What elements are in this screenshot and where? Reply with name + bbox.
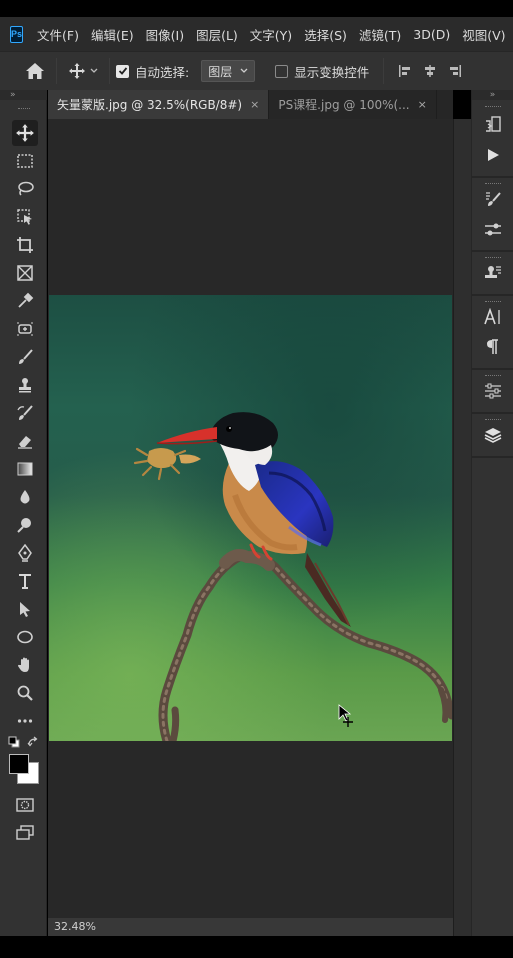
show-transform-controls-checkbox[interactable] (275, 64, 289, 78)
tools-panel (0, 100, 47, 940)
options-divider (56, 58, 57, 84)
default-colors-icon[interactable] (8, 736, 20, 748)
lasso-tool-icon[interactable] (12, 176, 38, 202)
layers-icon[interactable] (480, 422, 506, 448)
align-horizontal-centers-icon[interactable] (423, 64, 437, 78)
status-bar: 32.48% (48, 918, 453, 936)
options-divider (109, 58, 110, 84)
object-select-tool-icon[interactable] (12, 204, 38, 230)
clone-stamp-tool-icon[interactable] (12, 372, 38, 398)
ellipse-tool-icon[interactable] (12, 624, 38, 650)
healing-brush-tool-icon[interactable] (12, 316, 38, 342)
more-tools-icon[interactable] (12, 708, 38, 734)
menu-select[interactable]: 选择(S) (304, 25, 347, 44)
move-icon (69, 63, 85, 79)
gradient-tool-icon[interactable] (12, 456, 38, 482)
panel-divider (472, 456, 513, 458)
menu-file[interactable]: 文件(F) (37, 25, 79, 44)
document-tab-bar: 矢量蒙版.jpg @ 32.5%(RGB/8#) × PS课程.jpg @ 10… (48, 90, 453, 119)
dodge-tool-icon[interactable] (12, 512, 38, 538)
actions-icon[interactable] (480, 142, 506, 168)
marquee-tool-icon[interactable] (12, 148, 38, 174)
document-image-kingfisher[interactable] (49, 295, 452, 741)
swap-colors-icon[interactable] (27, 736, 39, 748)
panel-divider (472, 412, 513, 414)
home-icon (26, 63, 44, 79)
move-tool-icon[interactable] (12, 120, 38, 146)
move-tool-preset-picker[interactable] (63, 56, 103, 86)
dropdown-value: 图层 (208, 64, 233, 79)
close-icon[interactable]: × (250, 98, 259, 111)
menu-bar: Ps 文件(F) 编辑(E) 图像(I) 图层(L) 文字(Y) 选择(S) 滤… (0, 17, 513, 51)
home-button[interactable] (20, 56, 50, 86)
panel-divider (472, 176, 513, 178)
menu-type[interactable]: 文字(Y) (250, 25, 292, 44)
foreground-color-swatch[interactable] (9, 754, 29, 774)
eyedropper-tool-icon[interactable] (12, 288, 38, 314)
tab-document-vector-mask[interactable]: 矢量蒙版.jpg @ 32.5%(RGB/8#) × (48, 90, 270, 119)
dock-collapse-button[interactable]: » (472, 90, 513, 100)
path-selection-tool-icon[interactable] (12, 596, 38, 622)
screen-bottom-edge (0, 936, 513, 958)
brush-tool-icon[interactable] (12, 344, 38, 370)
menu-view[interactable]: 视图(V) (462, 25, 505, 44)
options-bar: 自动选择: 图层 显示变换控件 (0, 51, 513, 90)
menu-image[interactable]: 图像(I) (146, 25, 184, 44)
panel-divider (472, 250, 513, 252)
menu-edit[interactable]: 编辑(E) (91, 25, 134, 44)
pen-tool-icon[interactable] (12, 540, 38, 566)
chevron-down-icon (90, 68, 98, 73)
eraser-tool-icon[interactable] (12, 428, 38, 454)
toolbar-collapse-button[interactable]: » (0, 90, 47, 100)
panel-grip[interactable] (485, 301, 501, 302)
clone-source-icon[interactable] (480, 260, 506, 286)
history-brush-tool-icon[interactable] (12, 400, 38, 426)
panel-grip[interactable] (485, 375, 501, 376)
history-icon[interactable] (480, 112, 506, 138)
menu-filter[interactable]: 滤镜(T) (359, 25, 401, 44)
panel-divider (472, 294, 513, 296)
brushes-icon[interactable] (480, 186, 506, 212)
character-icon[interactable] (480, 304, 506, 330)
quick-mask-icon[interactable] (12, 792, 38, 818)
zoom-level[interactable]: 32.48% (54, 920, 96, 933)
adjustments-icon[interactable] (480, 378, 506, 404)
align-buttons (398, 64, 462, 78)
tab-label: PS课程.jpg @ 100%(... (278, 98, 410, 112)
chevron-down-icon (240, 68, 248, 73)
paragraph-icon[interactable] (480, 334, 506, 360)
canvas-vertical-scrollbar[interactable] (453, 119, 471, 936)
screen-mode-icon[interactable] (12, 820, 38, 846)
panel-divider (472, 368, 513, 370)
panel-grip[interactable] (485, 183, 501, 184)
photoshop-logo[interactable]: Ps (10, 25, 24, 43)
menu-3d[interactable]: 3D(D) (413, 27, 450, 42)
align-right-edges-icon[interactable] (448, 64, 462, 78)
frame-tool-icon[interactable] (12, 260, 38, 286)
panel-grip[interactable] (18, 108, 30, 111)
align-left-edges-icon[interactable] (398, 64, 412, 78)
crop-tool-icon[interactable] (12, 232, 38, 258)
auto-select-target-dropdown[interactable]: 图层 (201, 60, 256, 82)
panel-dock: » (471, 90, 513, 936)
panel-grip[interactable] (485, 106, 501, 107)
panel-grip[interactable] (485, 257, 501, 258)
auto-select-label: 自动选择: (135, 64, 190, 80)
checkmark-icon (118, 67, 127, 75)
zoom-tool-icon[interactable] (12, 680, 38, 706)
brush-settings-icon[interactable] (480, 216, 506, 242)
show-transform-controls-label: 显示变换控件 (294, 64, 370, 80)
panel-grip[interactable] (485, 419, 501, 420)
close-icon[interactable]: × (418, 98, 427, 111)
tab-document-ps-course[interactable]: PS课程.jpg @ 100%(... × (269, 90, 437, 119)
options-divider (383, 58, 385, 84)
hand-tool-icon[interactable] (12, 652, 38, 678)
type-tool-icon[interactable] (12, 568, 38, 594)
tab-label: 矢量蒙版.jpg @ 32.5%(RGB/8#) (57, 98, 243, 112)
auto-select-checkbox[interactable] (116, 64, 129, 78)
menu-layer[interactable]: 图层(L) (196, 25, 238, 44)
blur-tool-icon[interactable] (12, 484, 38, 510)
canvas-area[interactable] (48, 119, 453, 918)
